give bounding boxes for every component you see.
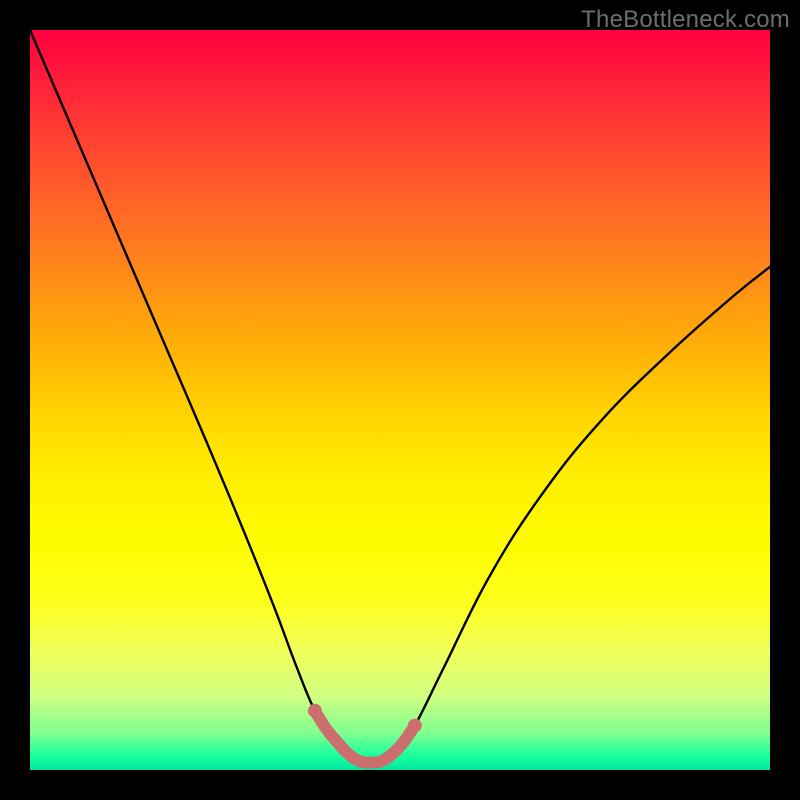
highlight-endpoint [308, 704, 322, 718]
highlight-endpoint [408, 719, 422, 733]
chart-frame: TheBottleneck.com [0, 0, 800, 800]
watermark: TheBottleneck.com [581, 6, 790, 34]
curve-layer [30, 30, 770, 770]
plot-area [30, 30, 770, 770]
optimal-range-highlight [315, 711, 415, 763]
bottleneck-curve [30, 30, 770, 765]
